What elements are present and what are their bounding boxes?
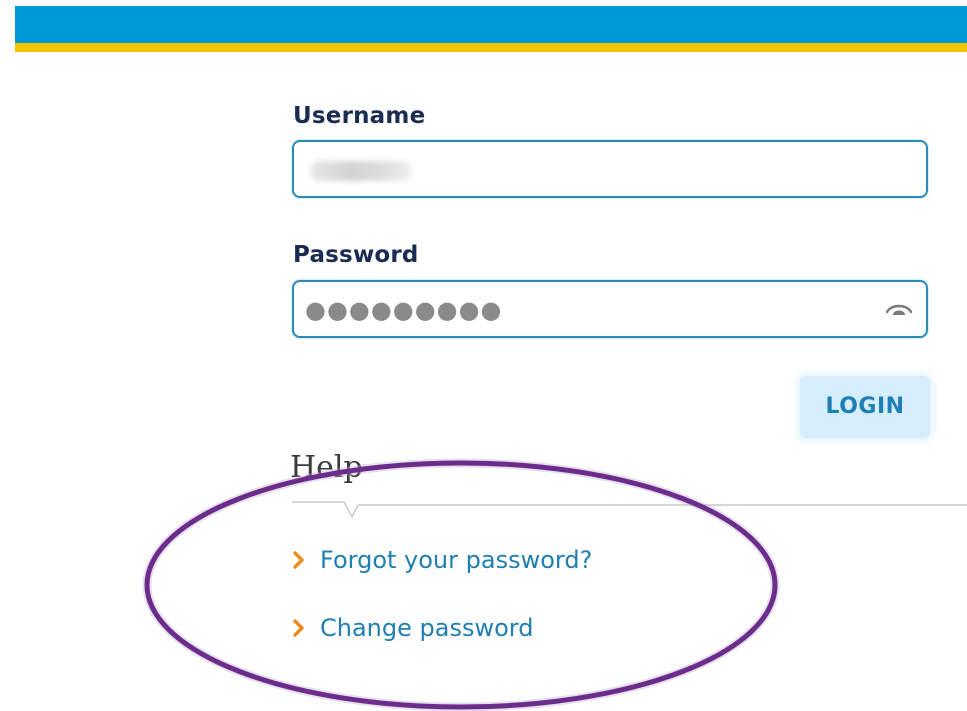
annotation-ellipse: [142, 458, 780, 711]
header-bar-yellow: [15, 43, 967, 52]
login-page: Username Password ●●●●●●●●● LOGIN Help F…: [0, 0, 967, 711]
password-masked-value: ●●●●●●●●●: [305, 296, 503, 324]
forgot-password-link[interactable]: Forgot your password?: [292, 546, 592, 574]
login-button[interactable]: LOGIN: [800, 376, 930, 438]
forgot-password-label: Forgot your password?: [320, 546, 593, 574]
help-divider: [292, 501, 967, 519]
username-input[interactable]: [292, 140, 928, 198]
change-password-link[interactable]: Change password: [292, 614, 533, 642]
chevron-right-icon: [293, 551, 304, 569]
eye-icon[interactable]: [886, 301, 912, 321]
help-heading: Help: [290, 450, 363, 485]
password-label: Password: [293, 242, 419, 268]
header-bar-blue: [15, 6, 967, 43]
chevron-right-icon: [293, 619, 304, 637]
change-password-label: Change password: [320, 614, 534, 642]
username-value-blurred: [310, 161, 412, 181]
username-label: Username: [293, 103, 426, 129]
password-input[interactable]: ●●●●●●●●●: [292, 280, 928, 338]
